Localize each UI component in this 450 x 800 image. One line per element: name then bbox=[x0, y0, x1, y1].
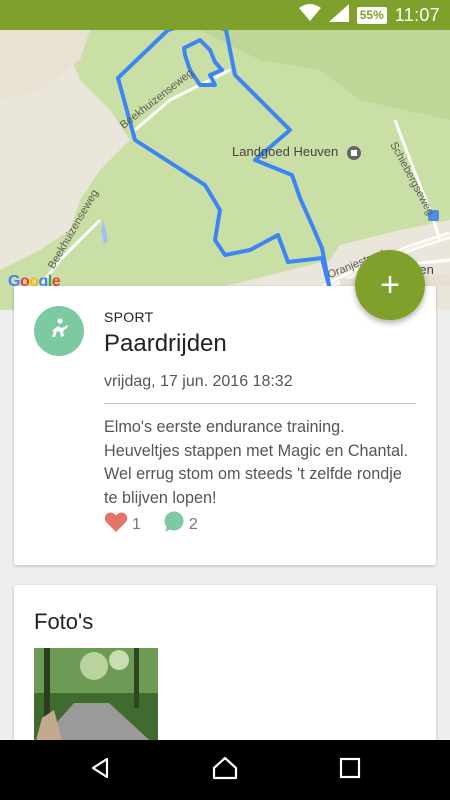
battery-indicator: 55% bbox=[356, 6, 387, 24]
photos-heading: Foto's bbox=[34, 609, 94, 634]
battery-level: 55% bbox=[359, 8, 384, 22]
activity-date: vrijdag, 17 jun. 2016 18:32 bbox=[104, 373, 293, 390]
like-button[interactable]: 1 bbox=[104, 511, 141, 538]
comment-count: 2 bbox=[188, 515, 198, 533]
activity-card: SPORT Paardrijden vrijdag, 17 jun. 2016 … bbox=[14, 286, 436, 565]
back-button[interactable] bbox=[82, 752, 118, 788]
system-nav-bar bbox=[0, 740, 450, 800]
recents-square-icon bbox=[339, 757, 361, 784]
like-count: 1 bbox=[132, 515, 141, 533]
app-screen: 55% 11:07 Landgoed Heuven Beekhuizensewe… bbox=[0, 0, 450, 800]
activity-title: Paardrijden bbox=[104, 330, 227, 357]
add-button[interactable]: + bbox=[355, 250, 425, 320]
wifi-icon bbox=[298, 3, 321, 27]
recents-button[interactable] bbox=[332, 752, 368, 788]
activity-description: Elmo's eerste endurance training. Heuvel… bbox=[104, 418, 409, 507]
home-button[interactable] bbox=[207, 752, 243, 788]
photo-thumbnail[interactable] bbox=[34, 648, 158, 748]
horse-riding-icon bbox=[46, 316, 72, 347]
activity-avatar bbox=[34, 306, 84, 356]
heart-icon bbox=[104, 511, 128, 538]
map-label-landgoed: Landgoed Heuven bbox=[232, 144, 339, 159]
status-bar: 55% 11:07 bbox=[0, 0, 450, 30]
signal-icon bbox=[328, 3, 349, 27]
divider bbox=[104, 403, 416, 404]
activity-meta: 1 2 bbox=[104, 511, 212, 538]
home-icon bbox=[212, 756, 238, 785]
back-triangle-icon bbox=[88, 756, 112, 785]
comment-bubble-icon bbox=[163, 511, 185, 538]
clock: 11:07 bbox=[394, 4, 440, 25]
comment-button[interactable]: 2 bbox=[163, 511, 198, 538]
activity-category: SPORT bbox=[104, 309, 154, 325]
